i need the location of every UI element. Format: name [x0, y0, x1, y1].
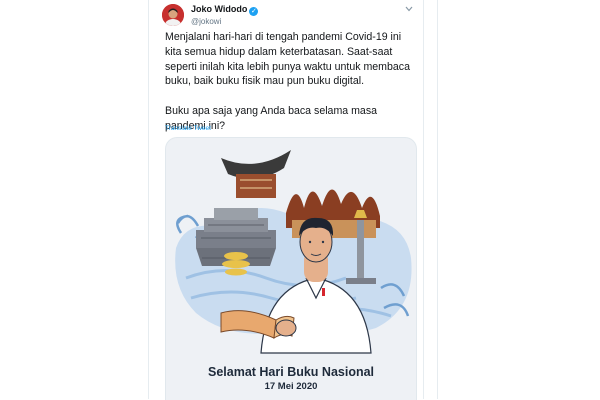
sidebar-border: [437, 0, 438, 399]
timeline-left-border: [148, 0, 149, 399]
verified-badge-icon: ✓: [249, 7, 259, 16]
tweet-paragraph-1: Menjalani hari-hari di tengah pandemi Co…: [165, 31, 410, 88]
author-name[interactable]: Joko Widodo: [191, 4, 247, 14]
illustration-image: [175, 150, 412, 354]
author-handle[interactable]: @jokowi: [191, 16, 258, 27]
author-avatar[interactable]: [162, 4, 184, 26]
tweet-media-card[interactable]: Selamat Hari Buku Nasional 17 Mei 2020: [165, 137, 417, 400]
card-date: 17 Mei 2020: [264, 381, 318, 392]
card-title: Selamat Hari Buku Nasional: [207, 365, 375, 379]
tweet-author: Joko Widodo ✓ @jokowi: [191, 4, 259, 27]
timeline-right-border: [423, 0, 424, 399]
chevron-down-icon[interactable]: [405, 6, 413, 12]
translate-tweet-link[interactable]: Translate Tweet: [165, 125, 211, 132]
